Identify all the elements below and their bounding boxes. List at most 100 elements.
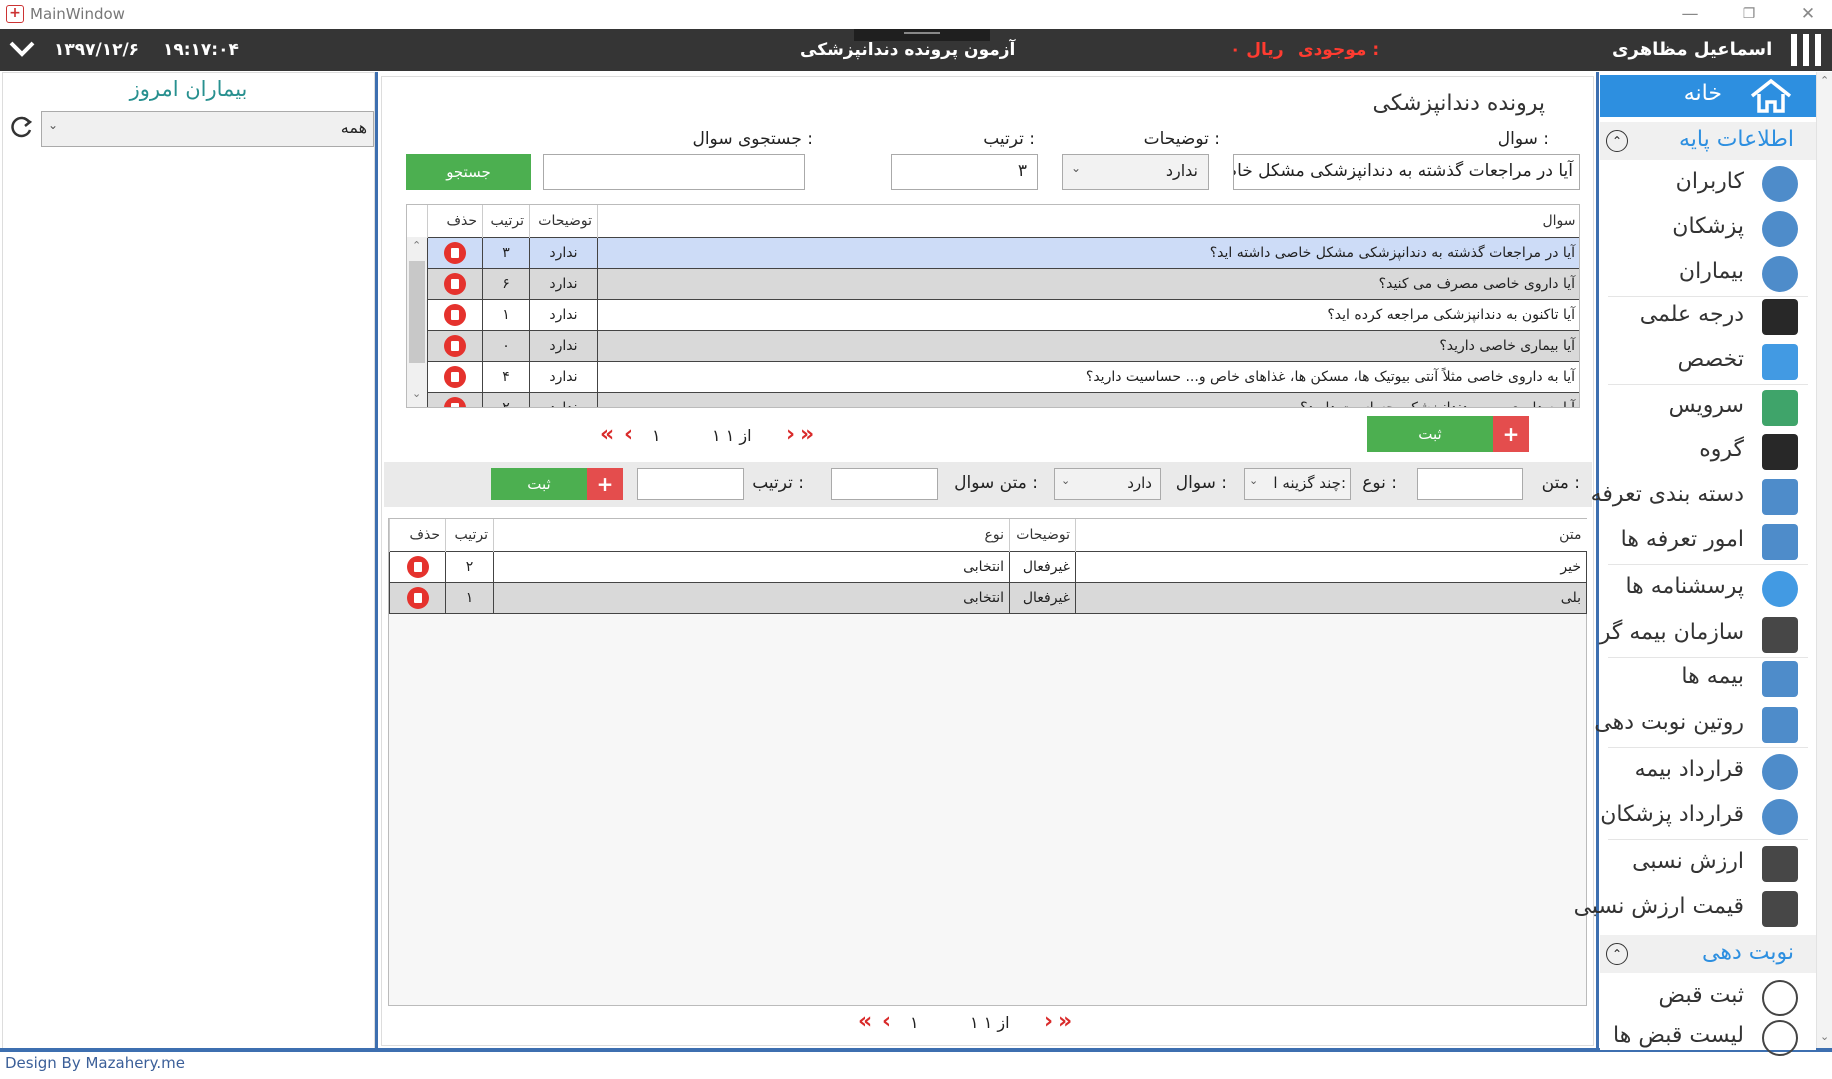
sidebar-item[interactable]: سازمان بیمه گر: [1600, 615, 1816, 655]
sidebar-item[interactable]: بیماران: [1600, 254, 1816, 294]
sidebar-item[interactable]: روتین نوبت دهی: [1594, 705, 1816, 745]
chevron-down-icon[interactable]: [8, 35, 36, 67]
sidebar-item-label: قیمت ارزش نسبی: [1573, 894, 1744, 919]
column-header-delete[interactable]: حذف: [389, 519, 446, 551]
delete-cell[interactable]: [389, 581, 446, 614]
table-row[interactable]: آیا به داروی خاصی مثلاً آنتی بیوتیک ها، …: [427, 360, 1579, 393]
delete-icon[interactable]: [406, 586, 429, 609]
date-text: ۱۳۹۷/۱۲/۶: [54, 40, 140, 60]
delete-icon[interactable]: [444, 303, 466, 326]
option-question-select[interactable]: دارد ⌄: [1054, 468, 1161, 500]
sidebar-item[interactable]: لیست قبض ها: [1600, 1018, 1816, 1058]
delete-icon[interactable]: [444, 241, 466, 264]
scroll-up-icon[interactable]: ⌃: [412, 239, 421, 252]
first-page-icon[interactable]: «: [600, 422, 614, 447]
refresh-icon[interactable]: [7, 113, 35, 145]
column-header-text[interactable]: متن: [1075, 519, 1587, 551]
scroll-down-icon[interactable]: ⌄: [1820, 1030, 1829, 1043]
table-row[interactable]: آیا داروی خاصی مصرف می کنید؟ ندارد ۶: [427, 267, 1579, 300]
column-header-description[interactable]: توضیحات: [529, 205, 598, 237]
option-text-input[interactable]: [1417, 468, 1523, 500]
sidebar-group-appointments[interactable]: نوبت دهی ⌃: [1600, 935, 1816, 973]
question-value: آیا در مراجعات گذشته به دندانپزشکی مشکل …: [1233, 161, 1573, 181]
delete-icon[interactable]: [444, 365, 466, 388]
sidebar-item[interactable]: قیمت ارزش نسبی: [1574, 889, 1816, 929]
option-order-input[interactable]: [637, 468, 744, 500]
drag-handle[interactable]: [854, 29, 990, 41]
search-button[interactable]: جستجو: [406, 154, 531, 190]
scrollbar-thumb[interactable]: [409, 261, 425, 363]
add-option-button[interactable]: +: [587, 468, 623, 500]
last-page-icon[interactable]: »: [1058, 1009, 1072, 1034]
hamburger-menu-icon[interactable]: [1791, 34, 1821, 66]
order-cell: ۰: [482, 329, 530, 362]
sidebar-item[interactable]: قرارداد بیمه: [1600, 752, 1816, 792]
column-header-order[interactable]: ترتیب: [445, 519, 494, 551]
delete-icon[interactable]: [406, 555, 429, 578]
delete-cell[interactable]: [427, 298, 483, 331]
sidebar-item[interactable]: ثبت قبض: [1600, 978, 1816, 1018]
scroll-down-icon[interactable]: ⌄: [412, 387, 421, 400]
collapse-icon[interactable]: ⌃: [1606, 130, 1628, 152]
add-question-button[interactable]: +: [1493, 416, 1529, 452]
table-row[interactable]: خیر غیرفعال انتخابی ۲: [389, 550, 1587, 583]
table-row[interactable]: آیا بیماری خاصی دارید؟ ندارد ۰: [427, 329, 1579, 362]
delete-cell[interactable]: [427, 391, 483, 407]
sidebar-item[interactable]: پزشکان: [1600, 209, 1816, 249]
collapse-icon[interactable]: ⌃: [1606, 943, 1628, 965]
delete-cell[interactable]: [427, 329, 483, 362]
order-input[interactable]: ۳: [891, 154, 1038, 190]
option-type-select[interactable]: چند گزینه ا: ⌄: [1244, 468, 1351, 500]
question-input[interactable]: آیا در مراجعات گذشته به دندانپزشکی مشکل …: [1233, 154, 1580, 190]
sidebar-item[interactable]: درجه علمی: [1600, 297, 1816, 337]
prev-page-icon[interactable]: ‹: [624, 422, 633, 447]
main-panel: پرونده دندانپزشکی سوال : آیا در مراجعات …: [381, 76, 1594, 1046]
sidebar-item[interactable]: امور تعرفه ها: [1600, 522, 1816, 562]
sidebar-item[interactable]: تخصص: [1600, 342, 1816, 382]
description-select[interactable]: ندارد ⌄: [1062, 154, 1209, 190]
restore-button[interactable]: ❐: [1729, 2, 1769, 26]
first-page-icon[interactable]: «: [858, 1009, 872, 1034]
table-row[interactable]: آیا تاکنون به دندانپزشکی مراجعه کرده اید…: [427, 298, 1579, 331]
next-page-icon[interactable]: ›: [1044, 1009, 1053, 1034]
close-button[interactable]: ✕: [1788, 2, 1828, 26]
sidebar-scrollbar[interactable]: ⌃ ⌄: [1816, 72, 1832, 1048]
sidebar-item[interactable]: دسته بندی تعرفه: [1591, 477, 1816, 517]
sidebar-item[interactable]: قرارداد پزشکان: [1600, 797, 1816, 837]
column-header-delete[interactable]: حذف: [427, 205, 483, 237]
table-row[interactable]: آیا به داروی ... ... دندانپزشکی حساسیت د…: [427, 391, 1579, 407]
minimize-button[interactable]: —: [1670, 2, 1710, 26]
sidebar-item[interactable]: کاربران: [1600, 164, 1816, 204]
sidebar-item[interactable]: سرویس: [1600, 388, 1816, 428]
save-option-button[interactable]: ثبت: [491, 468, 587, 500]
next-page-icon[interactable]: ›: [786, 422, 795, 447]
delete-icon[interactable]: [444, 272, 466, 295]
sidebar-item[interactable]: ارزش نسبی: [1600, 844, 1816, 884]
table-row[interactable]: بلی غیرفعال انتخابی ۱: [389, 581, 1587, 614]
prev-page-icon[interactable]: ‹: [882, 1009, 891, 1034]
delete-cell[interactable]: [427, 267, 483, 300]
column-header-question[interactable]: سوال: [597, 205, 1579, 237]
delete-icon[interactable]: [444, 334, 466, 357]
column-header-description[interactable]: توضیحات: [1009, 519, 1076, 551]
search-input[interactable]: [543, 154, 805, 190]
sidebar-home[interactable]: خانه: [1600, 75, 1816, 117]
table-row[interactable]: آیا در مراجعات گذشته به دندانپزشکی مشکل …: [427, 236, 1579, 269]
delete-cell[interactable]: [427, 236, 483, 269]
footer-credit[interactable]: Design By Mazahery.me: [5, 1054, 185, 1072]
sidebar-group-basic-info[interactable]: اطلاعات پایه ⌃: [1600, 122, 1816, 160]
column-header-order[interactable]: ترتیب: [482, 205, 530, 237]
sidebar-item[interactable]: گروه: [1600, 432, 1816, 472]
delete-cell[interactable]: [389, 550, 446, 583]
question-text-input[interactable]: [831, 468, 938, 500]
patient-filter-select[interactable]: همه ⌄: [41, 111, 374, 147]
delete-icon[interactable]: [444, 396, 466, 407]
column-header-type[interactable]: نوع: [493, 519, 1010, 551]
last-page-icon[interactable]: »: [800, 422, 814, 447]
scroll-up-icon[interactable]: ⌃: [1820, 74, 1829, 87]
sidebar-item[interactable]: پرسشنامه ها: [1600, 569, 1816, 609]
table-scrollbar[interactable]: ⌃ ⌄: [407, 237, 427, 407]
save-question-button[interactable]: ثبت: [1367, 416, 1493, 452]
delete-cell[interactable]: [427, 360, 483, 393]
sidebar-item[interactable]: بیمه ها: [1600, 659, 1816, 699]
